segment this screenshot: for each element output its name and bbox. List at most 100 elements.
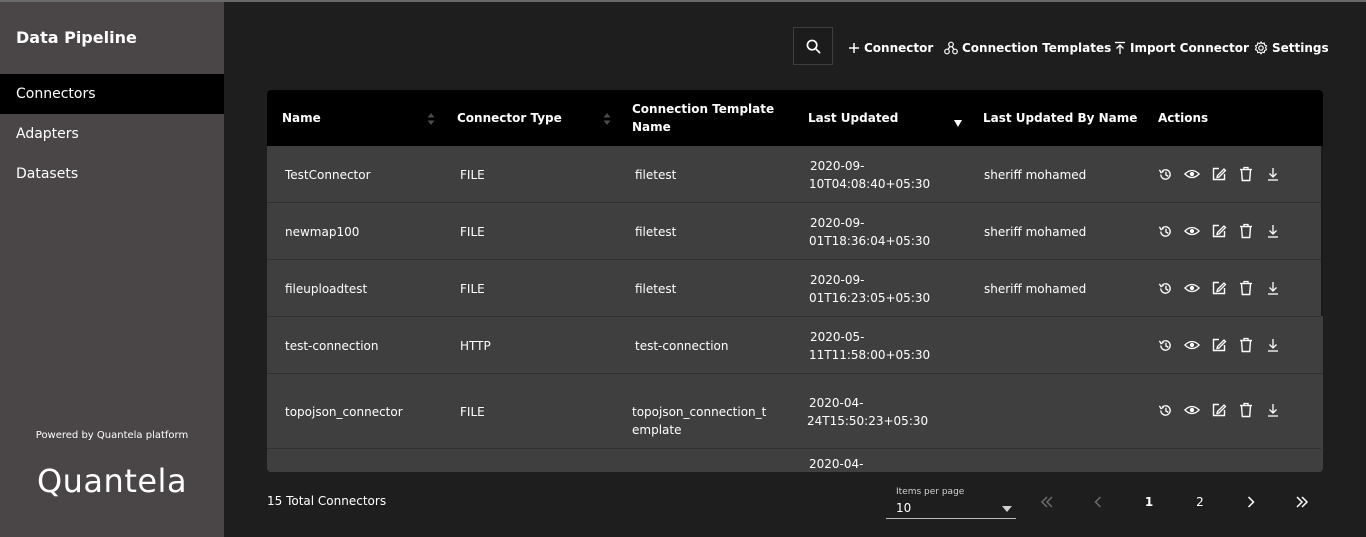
view-icon[interactable] bbox=[1184, 166, 1200, 182]
history-icon[interactable] bbox=[1157, 223, 1173, 239]
view-icon[interactable] bbox=[1184, 337, 1200, 353]
view-icon[interactable] bbox=[1184, 223, 1200, 239]
column-header-template-name[interactable]: Connection Template Name bbox=[632, 90, 774, 146]
cell-template: filetest bbox=[635, 167, 677, 182]
search-icon bbox=[806, 39, 820, 53]
delete-icon[interactable] bbox=[1238, 402, 1254, 418]
delete-icon[interactable] bbox=[1238, 337, 1254, 353]
sidebar-item-adapters[interactable]: Adapters bbox=[0, 114, 224, 154]
view-icon[interactable] bbox=[1184, 402, 1200, 418]
cell-updated-by: sheriff mohamed bbox=[984, 281, 1087, 296]
connection-templates-button[interactable]: Connection Templates bbox=[944, 39, 1111, 57]
table-row[interactable]: fileuploadtest FILE filetest 2020-09- 01T… bbox=[267, 260, 1321, 317]
page-2-button[interactable]: 2 bbox=[1188, 492, 1212, 512]
cell-template: filetest bbox=[635, 281, 677, 296]
first-page-button[interactable] bbox=[1035, 492, 1059, 512]
settings-label: Settings bbox=[1272, 41, 1329, 55]
quantela-logo: Quantela bbox=[36, 462, 188, 500]
cell-name: test-connection bbox=[285, 338, 379, 353]
sort-desc-icon[interactable] bbox=[954, 120, 962, 127]
page-1-button[interactable]: 1 bbox=[1137, 492, 1161, 512]
cell-template: topojson_connection_t emplate bbox=[632, 404, 767, 437]
import-connector-button[interactable]: Import Connector bbox=[1114, 39, 1249, 57]
row-actions bbox=[1157, 337, 1281, 353]
table-row[interactable]: TestConnector FILE filetest 2020-09- 10T0… bbox=[267, 146, 1321, 203]
cell-type: FILE bbox=[460, 167, 485, 182]
chevron-left-icon bbox=[1094, 496, 1102, 508]
cell-type: FILE bbox=[460, 224, 485, 239]
add-connector-button[interactable]: Connector bbox=[848, 39, 933, 57]
download-icon[interactable] bbox=[1265, 280, 1281, 296]
table-row[interactable]: newmap100 FILE filetest 2020-09- 01T18:36… bbox=[267, 203, 1321, 260]
download-icon[interactable] bbox=[1265, 223, 1281, 239]
next-page-button[interactable] bbox=[1239, 492, 1263, 512]
row-actions bbox=[1157, 166, 1281, 182]
edit-icon[interactable] bbox=[1211, 337, 1227, 353]
nodes-icon bbox=[944, 41, 958, 55]
edit-icon[interactable] bbox=[1211, 166, 1227, 182]
table-row[interactable]: topojson_connector FILE topojson_connect… bbox=[267, 374, 1321, 449]
sidebar-item-connectors[interactable]: Connectors bbox=[0, 74, 224, 114]
cell-name: topojson_connector bbox=[285, 404, 403, 419]
column-header-last-updated[interactable]: Last Updated bbox=[808, 90, 898, 146]
sort-icon[interactable] bbox=[603, 112, 611, 126]
column-header-last-updated-by[interactable]: Last Updated By Name bbox=[983, 90, 1137, 146]
cell-last-updated: 2020-05- 11T11:58:00+05:30 bbox=[809, 329, 931, 362]
history-icon[interactable] bbox=[1157, 166, 1173, 182]
delete-icon[interactable] bbox=[1238, 280, 1254, 296]
cell-name: newmap100 bbox=[285, 224, 360, 239]
cell-last-updated: 2020-04- bbox=[809, 457, 864, 471]
cell-last-updated: 2020-09- 10T04:08:40+05:30 bbox=[809, 158, 931, 191]
column-header-name[interactable]: Name bbox=[282, 90, 321, 146]
gear-icon bbox=[1254, 41, 1268, 55]
items-per-page-select[interactable]: 10 bbox=[886, 500, 1016, 519]
table-header: Name Connector Type Connection Template … bbox=[267, 90, 1323, 146]
cell-last-updated: 2020-09- 01T18:36:04+05:30 bbox=[809, 215, 931, 248]
download-icon[interactable] bbox=[1265, 166, 1281, 182]
powered-by-text: Powered by Quantela platform bbox=[35, 430, 189, 441]
cell-template: test-connection bbox=[635, 338, 729, 353]
add-connector-label: Connector bbox=[864, 41, 934, 55]
items-per-page-label: Items per page bbox=[896, 487, 965, 497]
table-row[interactable]: 2020-04- bbox=[267, 449, 1321, 472]
column-header-connector-type[interactable]: Connector Type bbox=[457, 90, 562, 146]
cell-type: FILE bbox=[460, 281, 485, 296]
double-chevron-right-icon bbox=[1296, 496, 1309, 508]
table-row[interactable]: test-connection HTTP test-connection 202… bbox=[267, 317, 1323, 374]
row-actions bbox=[1157, 402, 1281, 418]
edit-icon[interactable] bbox=[1211, 402, 1227, 418]
cell-name: TestConnector bbox=[285, 167, 371, 182]
download-icon[interactable] bbox=[1265, 337, 1281, 353]
column-header-actions: Actions bbox=[1158, 111, 1209, 125]
download-icon[interactable] bbox=[1265, 402, 1281, 418]
cell-updated-by: sheriff mohamed bbox=[984, 167, 1087, 182]
history-icon[interactable] bbox=[1157, 402, 1173, 418]
view-icon[interactable] bbox=[1184, 280, 1200, 296]
app-title: Data Pipeline bbox=[16, 28, 137, 47]
connection-templates-label: Connection Templates bbox=[962, 41, 1112, 55]
edit-icon[interactable] bbox=[1211, 280, 1227, 296]
cell-last-updated: 2020-04- 24T15:50:23+05:30 bbox=[807, 395, 929, 428]
cell-name: fileuploadtest bbox=[285, 281, 368, 296]
double-chevron-left-icon bbox=[1040, 496, 1053, 508]
previous-page-button[interactable] bbox=[1086, 492, 1110, 512]
chevron-right-icon bbox=[1247, 496, 1255, 508]
delete-icon[interactable] bbox=[1238, 166, 1254, 182]
last-page-button[interactable] bbox=[1290, 492, 1314, 512]
connectors-table: Name Connector Type Connection Template … bbox=[267, 90, 1323, 472]
delete-icon[interactable] bbox=[1238, 223, 1254, 239]
sidebar-item-datasets[interactable]: Datasets bbox=[0, 154, 224, 194]
row-actions bbox=[1157, 223, 1281, 239]
sort-icon[interactable] bbox=[427, 112, 435, 126]
edit-icon[interactable] bbox=[1211, 223, 1227, 239]
total-connectors-count: 15 Total Connectors bbox=[267, 494, 387, 508]
history-icon[interactable] bbox=[1157, 280, 1173, 296]
settings-button[interactable]: Settings bbox=[1254, 39, 1329, 57]
plus-icon bbox=[849, 43, 859, 53]
cell-type: HTTP bbox=[460, 338, 491, 353]
row-actions bbox=[1157, 280, 1281, 296]
cell-last-updated: 2020-09- 01T16:23:05+05:30 bbox=[809, 272, 931, 305]
search-button[interactable] bbox=[793, 27, 833, 65]
items-per-page-value: 10 bbox=[896, 501, 912, 515]
history-icon[interactable] bbox=[1157, 337, 1173, 353]
